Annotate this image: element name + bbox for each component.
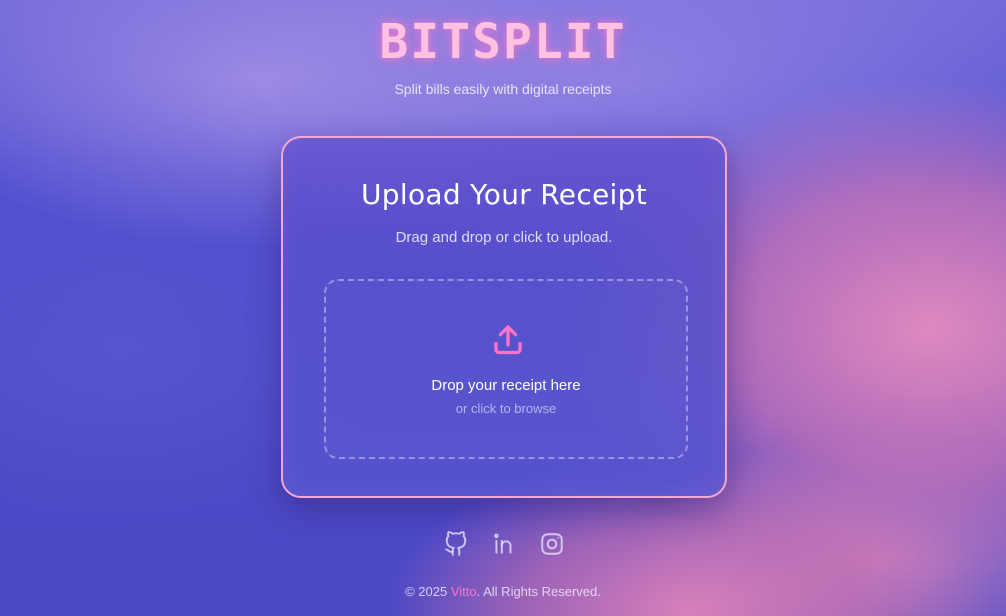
instagram-icon <box>539 531 565 561</box>
github-link[interactable] <box>442 531 470 561</box>
instagram-link[interactable] <box>538 532 566 560</box>
dropzone-title: Drop your receipt here <box>431 377 581 394</box>
upload-card: Upload Your Receipt Drag and drop or cli… <box>281 136 727 498</box>
upload-icon <box>490 321 526 357</box>
dropzone-subtitle: or click to browse <box>455 401 557 416</box>
github-icon <box>443 531 469 561</box>
upload-card-title: Upload Your Receipt <box>361 178 647 211</box>
upload-card-subtitle: Drag and drop or click to upload. <box>395 229 613 246</box>
linkedin-link[interactable] <box>490 532 518 560</box>
receipt-dropzone[interactable]: Drop your receipt here or click to brows… <box>324 279 688 459</box>
page-header: BITSPLIT Split bills easily with digital… <box>0 0 1006 97</box>
copyright-suffix: . All Rights Reserved. <box>476 584 601 599</box>
author-link[interactable]: Vitto <box>451 584 477 599</box>
page-footer: © 2025 Vitto. All Rights Reserved. <box>0 584 1006 599</box>
linkedin-icon <box>491 531 517 561</box>
app-tagline: Split bills easily with digital receipts <box>394 81 612 97</box>
copyright-prefix: © 2025 <box>405 584 451 599</box>
app-title: BITSPLIT <box>379 14 627 70</box>
social-links <box>442 531 566 561</box>
